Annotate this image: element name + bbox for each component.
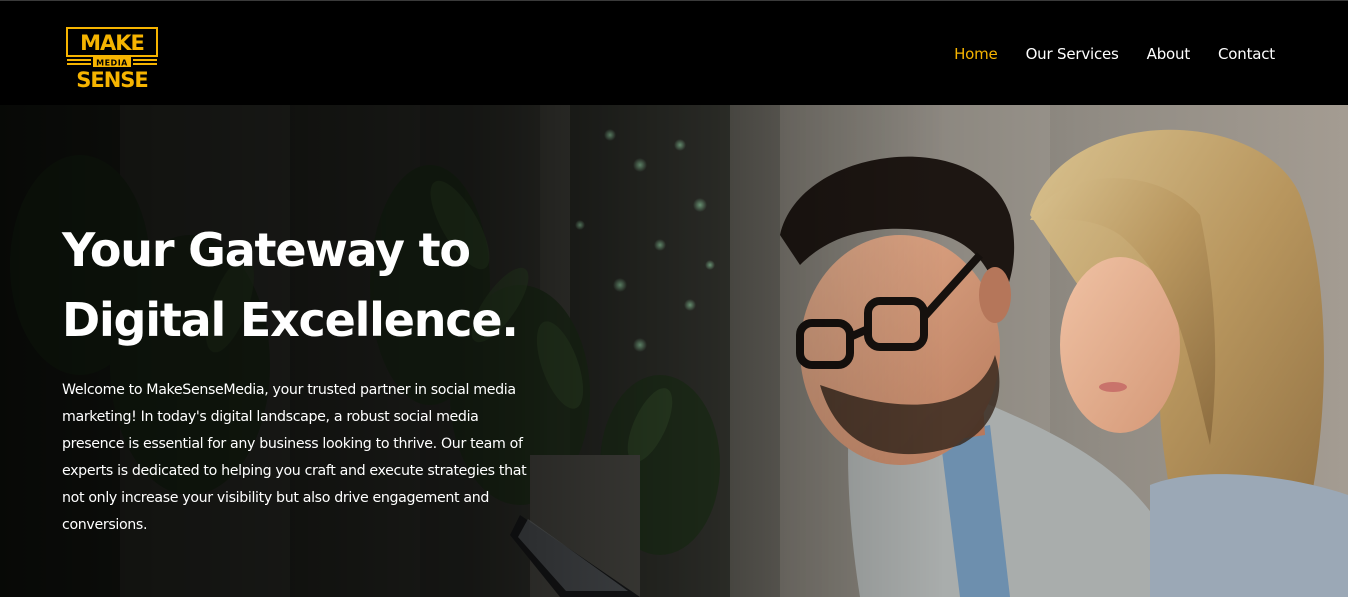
logo-word-make: MAKE bbox=[80, 31, 144, 55]
nav-services-link[interactable]: Our Services bbox=[1026, 45, 1119, 63]
nav-home-link[interactable]: Home bbox=[954, 45, 998, 63]
logo-word-sense: SENSE bbox=[76, 68, 148, 89]
hero-heading-line-1: Your Gateway to bbox=[62, 223, 471, 277]
hero-heading-line-2: Digital Excellence. bbox=[62, 293, 519, 347]
main-nav: Home Our Services About Contact bbox=[954, 45, 1275, 63]
hero-description: Welcome to MakeSenseMedia, your trusted … bbox=[62, 382, 527, 533]
nav-contact-link[interactable]: Contact bbox=[1218, 45, 1275, 63]
logo-word-media: MEDIA bbox=[96, 59, 128, 68]
nav-about-link[interactable]: About bbox=[1147, 45, 1191, 63]
hero-section: Your Gateway to Digital Excellence. Welc… bbox=[0, 105, 1348, 597]
site-header: MAKE MEDIA SENSE Home Our Services About… bbox=[0, 0, 1348, 105]
hero-heading: Your Gateway to Digital Excellence. bbox=[62, 215, 622, 355]
brand-logo[interactable]: MAKE MEDIA SENSE bbox=[66, 27, 158, 89]
